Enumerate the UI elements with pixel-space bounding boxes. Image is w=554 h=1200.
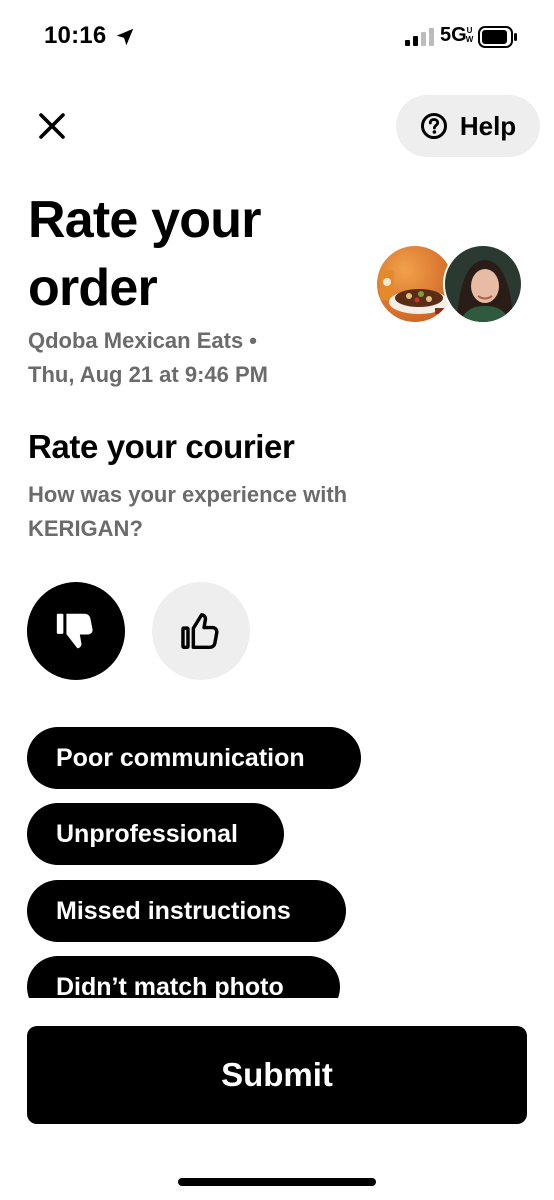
location-arrow-icon xyxy=(116,28,134,46)
chip-missed-instructions[interactable]: Missed instructions xyxy=(27,880,346,942)
thumbs-down-icon xyxy=(56,613,93,649)
courier-section-title: Rate your courier xyxy=(28,428,295,465)
order-datetime: Thu, Aug 21 at 9:46 PM xyxy=(28,362,269,387)
thumbs-up-icon xyxy=(181,613,219,650)
courier-photo xyxy=(445,246,521,322)
network-type: 5G xyxy=(440,24,467,46)
submit-label: Submit xyxy=(221,1056,333,1093)
chip-label: Missed instructions xyxy=(56,896,291,925)
status-bar: 10:16 5G UW xyxy=(0,0,554,72)
submit-button[interactable]: Submit xyxy=(27,1026,527,1124)
battery-icon xyxy=(478,26,517,48)
order-meta: Qdoba Mexican Eats • Thu, Aug 21 at 9:46… xyxy=(28,324,368,392)
feedback-chip-list: Poor communication Unprofessional Missed… xyxy=(27,727,527,998)
status-time: 10:16 xyxy=(44,22,107,49)
network-badge-text: UW xyxy=(465,26,474,44)
avatar-group xyxy=(375,244,527,328)
help-label: Help xyxy=(459,110,517,141)
question-circle-icon xyxy=(420,113,447,139)
chip-label: Poor communication xyxy=(56,743,305,772)
close-button[interactable] xyxy=(30,104,74,148)
thumbs-up-button[interactable] xyxy=(152,582,250,680)
chip-poor-communication[interactable]: Poor communication xyxy=(27,727,361,789)
chip-label: Didn’t match photo xyxy=(56,972,284,999)
courier-avatar xyxy=(443,244,523,324)
home-indicator xyxy=(178,1178,376,1186)
signal-bars-icon xyxy=(405,28,434,46)
thumbs-down-button[interactable] xyxy=(27,582,125,680)
restaurant-name: Qdoba Mexican Eats • xyxy=(28,328,257,353)
chip-unprofessional[interactable]: Unprofessional xyxy=(27,803,284,865)
courier-question: How was your experience with KERIGAN? xyxy=(28,482,348,541)
chip-didnt-match-photo[interactable]: Didn’t match photo xyxy=(27,956,340,998)
help-button[interactable]: Help xyxy=(396,95,540,157)
close-icon xyxy=(39,113,65,139)
chip-label: Unprofessional xyxy=(56,819,238,848)
network-badge: UW xyxy=(465,26,474,46)
page-title: Rate your order xyxy=(28,191,261,317)
